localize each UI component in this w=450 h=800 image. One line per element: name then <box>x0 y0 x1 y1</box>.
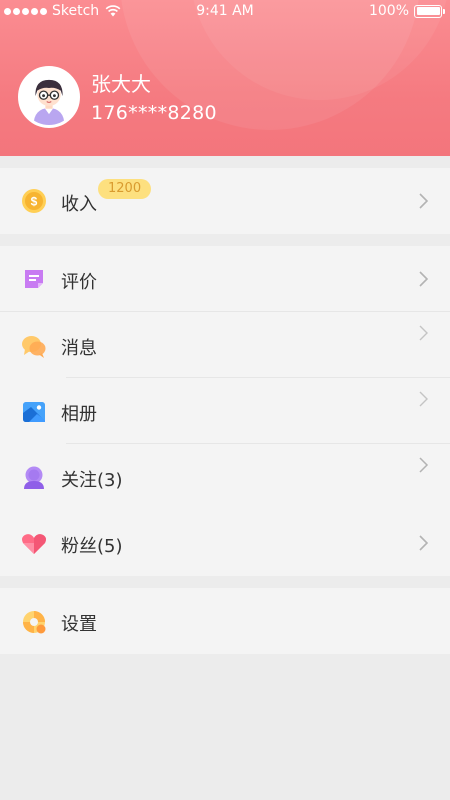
coin-icon: $ <box>21 188 47 214</box>
menu-item-income[interactable]: $ 收入 <box>0 168 450 234</box>
profile-phone: 176****8280 <box>91 102 217 124</box>
status-bar: Sketch 9:41 AM 100% <box>0 0 450 22</box>
chevron-right-icon <box>418 534 430 552</box>
menu-item-album[interactable]: 相册 <box>0 378 450 444</box>
svg-text:$: $ <box>31 195 38 209</box>
menu-label-album: 相册 <box>61 404 97 425</box>
menu-item-settings[interactable]: 设置 <box>0 588 450 654</box>
heart-icon <box>21 531 47 557</box>
gear-icon <box>21 609 47 635</box>
battery-percent: 100% <box>368 3 409 19</box>
chevron-right-icon <box>418 324 430 342</box>
main-menu-section: 评价 消息 相册 关注(3) 粉丝(5) <box>0 246 450 576</box>
menu-item-following[interactable]: 关注(3) <box>0 444 450 510</box>
chevron-right-icon <box>418 192 430 210</box>
note-icon <box>21 266 47 292</box>
income-badge: 1200 <box>98 179 152 199</box>
profile-header: Sketch 9:41 AM 100% 张大大 176****8280 <box>0 0 450 156</box>
menu-label-settings: 设置 <box>61 614 97 635</box>
photo-icon <box>21 399 47 425</box>
chevron-right-icon <box>418 456 430 474</box>
menu-label-messages: 消息 <box>61 338 97 359</box>
menu-item-fans[interactable]: 粉丝(5) <box>0 510 450 576</box>
menu-label-income: 收入 <box>61 194 97 215</box>
income-section: $ 收入 <box>0 168 450 234</box>
battery-icon <box>414 4 445 18</box>
person-icon <box>21 465 47 491</box>
menu-item-messages[interactable]: 消息 <box>0 312 450 378</box>
avatar-girl-icon <box>21 69 77 125</box>
menu-item-review[interactable]: 评价 <box>0 246 450 312</box>
chat-bubbles-icon <box>21 333 47 359</box>
profile-name: 张大大 <box>91 72 151 96</box>
menu-label-review: 评价 <box>61 272 97 293</box>
avatar[interactable] <box>18 66 80 128</box>
settings-section: 设置 <box>0 588 450 654</box>
chevron-right-icon <box>418 390 430 408</box>
menu-label-fans: 粉丝(5) <box>61 536 123 557</box>
chevron-right-icon <box>418 270 430 288</box>
menu-label-following: 关注(3) <box>61 470 123 491</box>
